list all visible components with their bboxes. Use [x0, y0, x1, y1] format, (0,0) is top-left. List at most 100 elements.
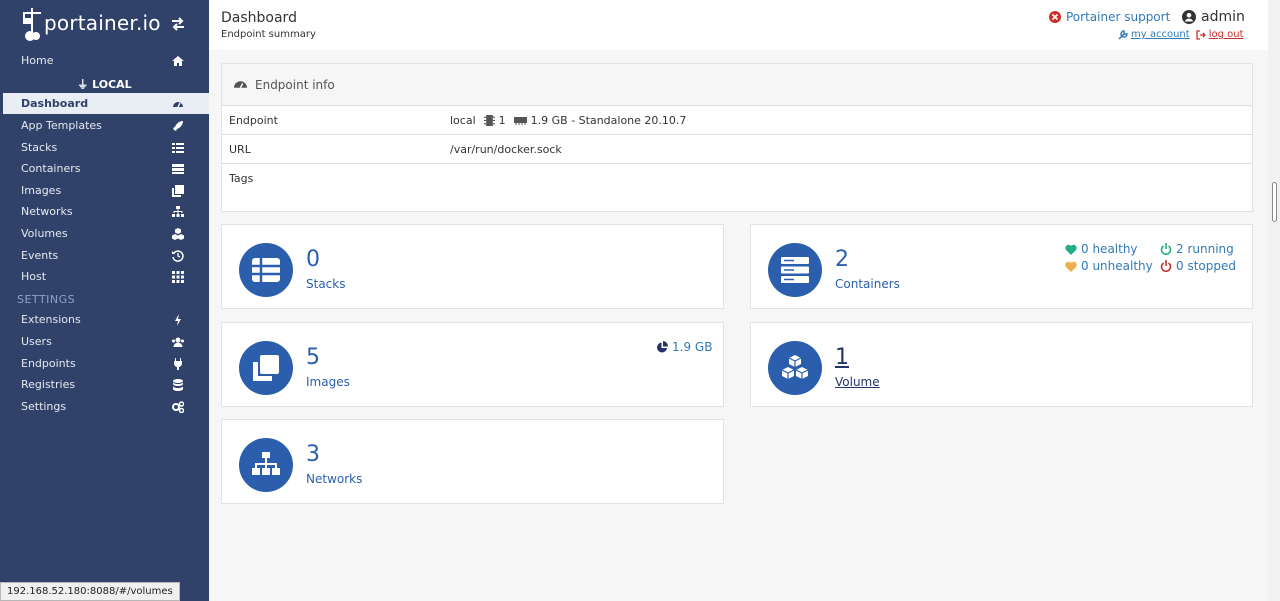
support-link[interactable]: Portainer support	[1049, 10, 1170, 24]
tags-row: Tags	[222, 164, 1252, 211]
widget-header: Endpoint info	[222, 64, 1252, 106]
stacks-card[interactable]: 0 Stacks	[221, 224, 724, 309]
cogs-icon	[172, 401, 184, 413]
user-menu: admin	[1182, 9, 1245, 25]
networks-card[interactable]: 3 Networks	[221, 419, 724, 504]
url-label: URL	[229, 143, 251, 156]
server-icon	[781, 257, 809, 283]
sign-out-icon	[1196, 29, 1206, 40]
volumes-label[interactable]: Volume	[835, 375, 880, 389]
scrollbar-thumb[interactable]	[1272, 182, 1277, 222]
images-count: 5	[306, 345, 320, 370]
cubes-icon	[781, 355, 809, 379]
containers-circle	[768, 243, 822, 297]
exchange-icon[interactable]	[170, 16, 186, 32]
memory-engine: 1.9 GB - Standalone 20.10.7	[530, 114, 687, 127]
sidebar-item-label: Settings	[21, 400, 67, 413]
my-account-link[interactable]: my account	[1118, 29, 1190, 40]
sidebar-item-label: Registries	[21, 378, 76, 391]
page-subtitle: Endpoint summary	[221, 29, 316, 40]
wrench-icon	[1118, 29, 1128, 40]
sidebar-item-images[interactable]: Images	[0, 180, 209, 201]
stacks-circle	[239, 243, 293, 297]
volumes-count[interactable]: 1	[835, 345, 849, 370]
bolt-icon	[175, 314, 181, 326]
images-card[interactable]: 5 Images 1.9 GB	[221, 322, 724, 407]
sidebar-item-label: Volumes	[21, 227, 68, 240]
th-list-icon	[252, 258, 280, 282]
sidebar-item-endpoints[interactable]: Endpoints	[0, 353, 209, 374]
times-circle-icon	[1049, 11, 1061, 23]
clone-icon	[172, 185, 184, 197]
power-off-icon	[1160, 243, 1172, 255]
sidebar-item-label: Networks	[21, 205, 73, 218]
sidebar-item-label: Stacks	[21, 141, 58, 154]
th-list-icon	[172, 143, 184, 153]
endpoint-value: local 1 1.9 GB - Standalone 20.10.7	[450, 114, 686, 127]
sidebar-item-host[interactable]: Host	[0, 266, 209, 287]
sitemap-icon	[172, 206, 184, 217]
page-header: Dashboard Endpoint summary Portainer sup…	[209, 0, 1268, 50]
sidebar-item-events[interactable]: Events	[0, 245, 209, 266]
running-status: 2 running	[1160, 242, 1234, 256]
plug-icon: ⏚	[77, 78, 89, 91]
memory-icon	[513, 117, 527, 125]
healthy-status: 0 healthy	[1065, 242, 1138, 256]
volumes-card[interactable]: 1 Volume	[750, 322, 1253, 407]
microchip-icon	[483, 115, 495, 126]
stacks-count: 0	[306, 247, 320, 272]
portainer-logo-icon[interactable]	[20, 6, 46, 42]
sidebar-item-label: Extensions	[21, 313, 81, 326]
pie-chart-icon	[657, 341, 668, 353]
sidebar-item-containers[interactable]: Containers	[0, 158, 209, 179]
user-links: my account log out	[1118, 29, 1244, 40]
networks-circle	[239, 438, 293, 492]
networks-count: 3	[306, 442, 320, 467]
log-out-link[interactable]: log out	[1196, 29, 1244, 40]
username: admin	[1201, 9, 1245, 25]
sidebar-item-stacks[interactable]: Stacks	[0, 137, 209, 158]
containers-label: Containers	[835, 277, 900, 291]
page-scrollbar[interactable]	[1268, 0, 1280, 601]
sidebar-item-volumes[interactable]: Volumes	[0, 223, 209, 244]
unhealthy-status: 0 unhealthy	[1065, 259, 1153, 273]
home-icon	[172, 56, 184, 66]
sidebar-item-registries[interactable]: Registries	[0, 374, 209, 395]
sidebar-item-home[interactable]: Home	[0, 50, 209, 71]
sidebar-item-app-templates[interactable]: App Templates	[0, 115, 209, 136]
volumes-circle	[768, 341, 822, 395]
endpoint-row: Endpoint local 1 1.9 GB - Standalone 20.…	[222, 106, 1252, 135]
endpoint-heading: ⏚ LOCAL	[77, 78, 132, 91]
containers-card[interactable]: 2 Containers 0 healthy 0 unhealthy 2 run…	[750, 224, 1253, 309]
brand-name[interactable]: portainer.io	[44, 11, 161, 35]
endpoint-name: local	[450, 114, 476, 127]
sidebar-item-label: Host	[21, 270, 47, 283]
endpoint-label: Endpoint	[229, 114, 278, 127]
stopped-status: 0 stopped	[1160, 259, 1236, 273]
sidebar-item-label: Containers	[21, 162, 81, 175]
cpu-count: 1	[498, 114, 506, 127]
rocket-icon	[173, 121, 183, 131]
sidebar-item-label: Endpoints	[21, 357, 76, 370]
history-icon	[172, 250, 184, 262]
widget-title: Endpoint info	[255, 77, 335, 92]
sidebar-item-label: Images	[21, 184, 62, 197]
page-title: Dashboard	[221, 10, 297, 26]
sidebar-item-label: Dashboard	[21, 97, 89, 110]
plug-icon	[174, 358, 182, 370]
sidebar-item-settings[interactable]: Settings	[0, 396, 209, 417]
status-bar-url: 192.168.52.180:8088/#/volumes	[0, 582, 180, 601]
server-icon	[172, 164, 184, 174]
th-icon	[172, 271, 184, 283]
sidebar-item-extensions[interactable]: Extensions	[0, 309, 209, 330]
stacks-label: Stacks	[306, 277, 346, 291]
sidebar-item-dashboard[interactable]: Dashboard	[0, 93, 209, 114]
tachometer-icon	[173, 102, 183, 108]
sidebar-item-networks[interactable]: Networks	[0, 201, 209, 222]
sidebar-item-label: Events	[21, 249, 59, 262]
images-circle	[239, 341, 293, 395]
containers-count: 2	[835, 247, 849, 272]
settings-heading: SETTINGS	[17, 293, 76, 306]
sidebar-item-users[interactable]: Users	[0, 331, 209, 352]
sidebar: portainer.io Home ⏚ LOCAL Dashboard App …	[0, 0, 209, 601]
